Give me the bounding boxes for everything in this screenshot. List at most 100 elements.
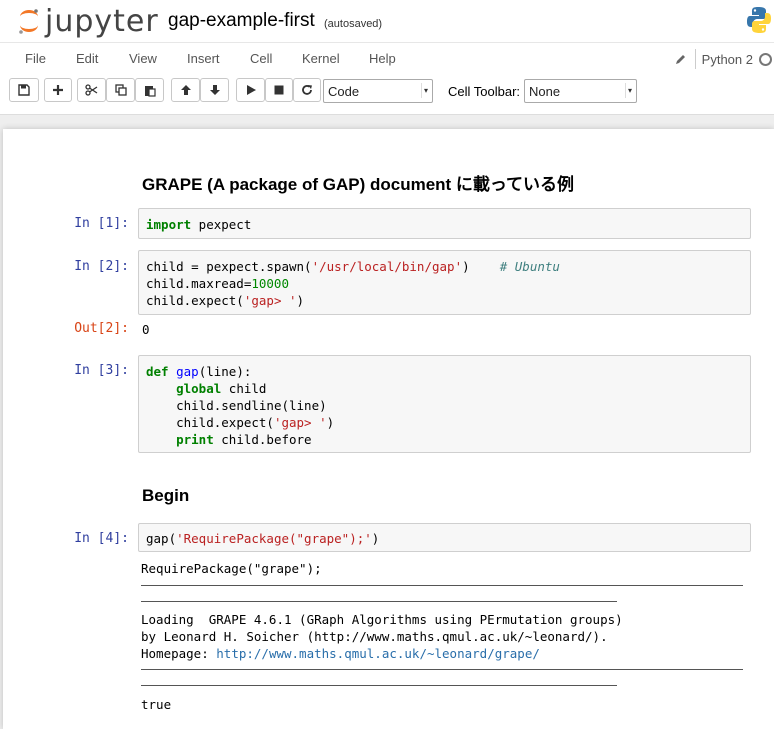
cell-2-output-prompt: Out[2]:	[74, 321, 129, 336]
cell-1-prompt: In [1]:	[74, 216, 129, 231]
code-string: 'gap> '	[273, 415, 327, 430]
code-token: import	[146, 217, 192, 232]
output-divider	[141, 669, 743, 670]
code-token: child.maxread=	[146, 276, 252, 291]
move-down-button[interactable]	[200, 78, 229, 102]
cell-1-code: import pexpect	[146, 216, 251, 233]
play-icon	[246, 85, 256, 95]
markdown-heading-begin[interactable]: Begin	[142, 486, 189, 506]
code-token: child.sendline(line)	[176, 398, 327, 413]
code-token: child.before	[213, 432, 312, 447]
menu-help[interactable]: Help	[369, 51, 396, 66]
menu-cell[interactable]: Cell	[250, 51, 272, 66]
menu-edit[interactable]: Edit	[76, 51, 98, 66]
cell-4-output-result: true	[141, 697, 172, 712]
arrow-up-icon	[180, 85, 191, 95]
chevron-down-icon: ▾	[625, 83, 634, 98]
markdown-heading-grape[interactable]: GRAPE (A package of GAP) document に載っている…	[142, 170, 574, 195]
save-button[interactable]	[9, 78, 39, 102]
cell-4-prompt: In [4]:	[74, 531, 129, 546]
cell-type-value: Code	[328, 83, 360, 99]
notebook-container: GRAPE (A package of GAP) document に載っている…	[3, 129, 774, 729]
menubar: File Edit View Insert Cell Kernel Help P…	[0, 42, 774, 75]
copy-button[interactable]	[106, 78, 135, 102]
logo-text: jupyter	[45, 3, 159, 39]
cut-button[interactable]	[77, 78, 106, 102]
plus-icon	[53, 85, 63, 95]
code-token: gap(	[146, 531, 177, 546]
code-function-name: gap	[176, 364, 199, 379]
menu-kernel[interactable]: Kernel	[302, 51, 340, 66]
kernel-name: Python 2	[701, 51, 753, 67]
code-token: child.expect(	[176, 415, 274, 430]
paste-button[interactable]	[135, 78, 164, 102]
chevron-down-icon: ▾	[421, 83, 430, 98]
code-token: pexpect	[191, 217, 252, 232]
menu-file[interactable]: File	[25, 51, 46, 66]
toolbar: Code ▾ Cell Toolbar: None ▾	[0, 74, 774, 115]
code-number: 10000	[251, 276, 289, 291]
code-token: child = pexpect.spawn(	[146, 259, 312, 274]
cell-toolbar-select[interactable]: None ▾	[524, 79, 637, 103]
cell-toolbar-value: None	[529, 83, 561, 99]
cell-4-output-homepage: Homepage: http://www.maths.qmul.ac.uk/~l…	[141, 645, 540, 662]
copy-icon	[114, 84, 127, 96]
kernel-status-icon	[759, 52, 772, 66]
code-keyword: print	[176, 432, 214, 447]
interrupt-button[interactable]	[265, 78, 293, 102]
output-divider	[141, 685, 617, 686]
refresh-icon	[302, 85, 312, 95]
save-icon	[18, 84, 30, 96]
code-string: 'RequirePackage("grape");'	[176, 531, 372, 546]
jupyter-logo[interactable]: jupyter	[17, 3, 159, 39]
code-token: (line):	[198, 364, 252, 379]
homepage-link[interactable]: http://www.maths.qmul.ac.uk/~leonard/gra…	[216, 646, 540, 661]
menu-insert[interactable]: Insert	[187, 51, 220, 66]
cell-4-output-line: RequirePackage("grape");	[141, 561, 322, 576]
cell-4-code: gap('RequirePackage("grape");')	[146, 530, 379, 547]
scissors-icon	[85, 84, 98, 96]
code-token: )	[371, 531, 380, 546]
cell-1-input[interactable]: import pexpect	[138, 208, 751, 239]
homepage-label: Homepage:	[141, 646, 217, 661]
cell-2-output: 0	[142, 322, 150, 337]
menu-view[interactable]: View	[129, 51, 157, 66]
kernel-indicator: Python 2	[674, 49, 774, 69]
cell-toolbar-label: Cell Toolbar:	[448, 84, 521, 99]
insert-cell-button[interactable]	[44, 78, 72, 102]
header: jupyter gap-example-first (autosaved)	[0, 0, 774, 42]
cell-3-prompt: In [3]:	[74, 363, 129, 378]
cell-4-output-loading: Loading GRAPE 4.6.1 (GRaph Algorithms us…	[141, 612, 623, 627]
restart-button[interactable]	[293, 78, 321, 102]
cell-type-select[interactable]: Code ▾	[323, 79, 433, 103]
jupyter-orbit-icon	[19, 9, 38, 34]
run-button[interactable]	[236, 78, 265, 102]
code-token: child	[221, 381, 267, 396]
cell-4-output-author: by Leonard H. Soicher (http://www.maths.…	[141, 629, 608, 644]
stop-icon	[274, 85, 284, 95]
notebook-name[interactable]: gap-example-first	[168, 10, 315, 32]
code-token: )	[462, 259, 500, 274]
output-divider	[141, 585, 743, 586]
cell-2-prompt: In [2]:	[74, 259, 129, 274]
code-token: child.expect(	[146, 293, 244, 308]
autosave-status: (autosaved)	[324, 18, 383, 30]
code-string: 'gap> '	[243, 293, 297, 308]
cell-2-code: child = pexpect.spawn('/usr/local/bin/ga…	[146, 258, 560, 309]
cell-2-input[interactable]: child = pexpect.spawn('/usr/local/bin/ga…	[138, 250, 751, 315]
code-keyword: global	[176, 381, 222, 396]
cell-4-input[interactable]: gap('RequirePackage("grape");')	[138, 523, 751, 552]
kernel-separator	[694, 49, 696, 69]
pencil-icon[interactable]	[674, 53, 687, 66]
cell-3-code: def gap(line): global child child.sendli…	[146, 363, 334, 448]
paste-icon	[144, 85, 156, 97]
move-up-button[interactable]	[171, 78, 200, 102]
python-logo-icon	[747, 7, 771, 33]
cell-3-input[interactable]: def gap(line): global child child.sendli…	[138, 355, 751, 453]
code-string: '/usr/local/bin/gap'	[311, 259, 463, 274]
code-comment: # Ubuntu	[499, 259, 560, 274]
output-divider	[141, 601, 617, 602]
arrow-down-icon	[209, 85, 220, 95]
code-token: )	[326, 415, 335, 430]
code-token: )	[296, 293, 305, 308]
